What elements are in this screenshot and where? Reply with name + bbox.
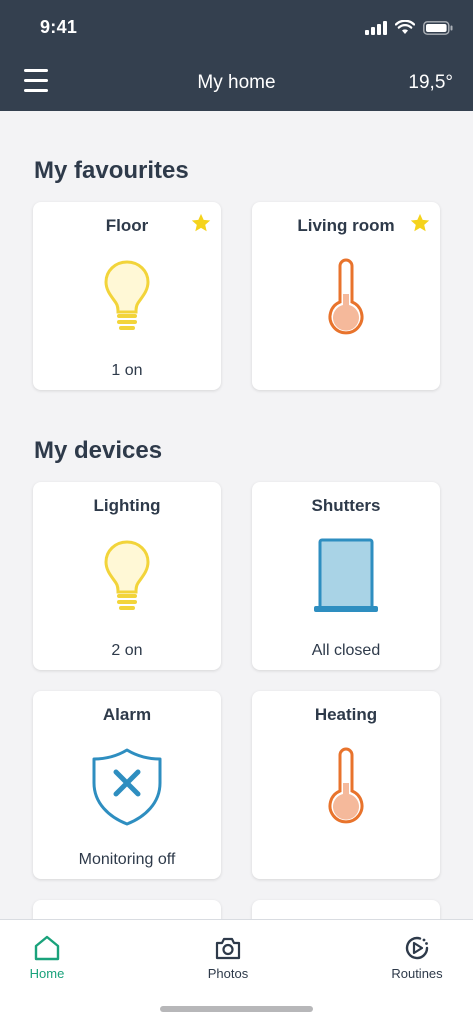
favourites-title: My favourites (34, 157, 189, 184)
home-icon (34, 935, 60, 961)
favourite-card-living-room[interactable]: Living room (252, 202, 440, 390)
card-status: All closed (311, 642, 381, 659)
shutter-icon (314, 538, 378, 612)
battery-icon (423, 20, 453, 35)
device-card-alarm[interactable]: Alarm Monitoring off (33, 691, 221, 879)
card-status: 2 on (111, 642, 143, 659)
card-title: Lighting (93, 496, 161, 515)
nav-routines-label: Routines (391, 966, 443, 981)
card-title: Alarm (102, 705, 152, 724)
thermometer-icon (328, 747, 364, 824)
favourite-card-floor[interactable]: Floor 1 on (33, 202, 221, 390)
card-title: Shutters (311, 496, 381, 515)
signal-icon (365, 20, 387, 35)
temperature-readout: 19,5° (408, 72, 453, 93)
devices-title: My devices (34, 437, 163, 464)
status-icons (365, 20, 453, 35)
shield-x-icon (92, 748, 162, 826)
routines-icon (405, 936, 429, 960)
status-time: 9:41 (40, 17, 78, 37)
lightbulb-icon (104, 260, 150, 330)
star-icon[interactable] (409, 212, 431, 234)
card-status: Monitoring off (78, 851, 176, 868)
camera-icon (215, 937, 241, 960)
wifi-icon (395, 20, 415, 34)
nav-home[interactable]: Home (2, 934, 92, 981)
home-indicator (160, 1006, 313, 1012)
nav-photos[interactable]: Photos (183, 934, 273, 981)
card-status: 1 on (111, 362, 143, 379)
thermometer-icon (328, 258, 364, 335)
nav-routines[interactable]: Routines (372, 934, 462, 981)
star-icon[interactable] (190, 212, 212, 234)
nav-home-label: Home (29, 966, 65, 981)
nav-photos-label: Photos (207, 966, 249, 981)
card-title: Heating (314, 705, 378, 724)
top-bar: 9:41 My home 19,5° (0, 0, 473, 111)
page-title: My home (197, 72, 276, 93)
device-card-lighting[interactable]: Lighting 2 on (33, 482, 221, 670)
lightbulb-icon (104, 540, 150, 610)
device-card-heating[interactable]: Heating (252, 691, 440, 879)
device-card-shutters[interactable]: Shutters All closed (252, 482, 440, 670)
